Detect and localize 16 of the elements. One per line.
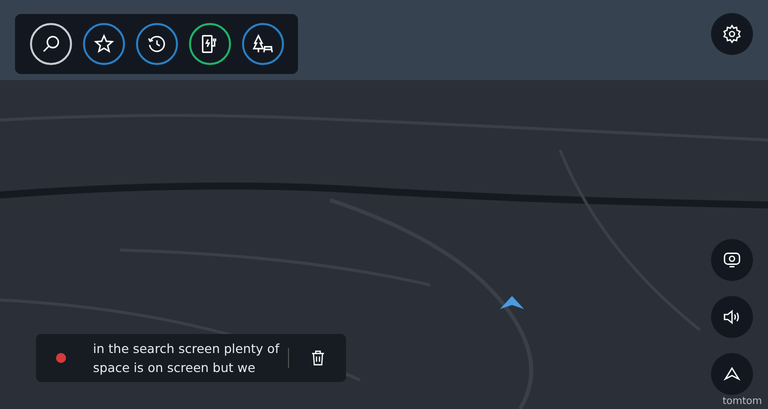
trash-icon <box>309 349 327 367</box>
star-icon <box>93 33 115 55</box>
delete-button[interactable] <box>309 349 327 367</box>
camera-icon <box>722 250 742 270</box>
charging-button[interactable] <box>189 23 231 65</box>
search-icon <box>40 33 62 55</box>
parking-button[interactable] <box>242 23 284 65</box>
recent-button[interactable] <box>136 23 178 65</box>
settings-icon <box>722 24 742 44</box>
speaker-icon <box>722 307 742 327</box>
tree-bench-icon <box>252 33 274 55</box>
note-text: in the search screen plenty of space is on screen but we <box>93 340 280 377</box>
favorites-button[interactable] <box>83 23 125 65</box>
search-button[interactable] <box>30 23 72 65</box>
clock-icon <box>146 33 168 55</box>
logo: tomtom <box>722 396 762 407</box>
